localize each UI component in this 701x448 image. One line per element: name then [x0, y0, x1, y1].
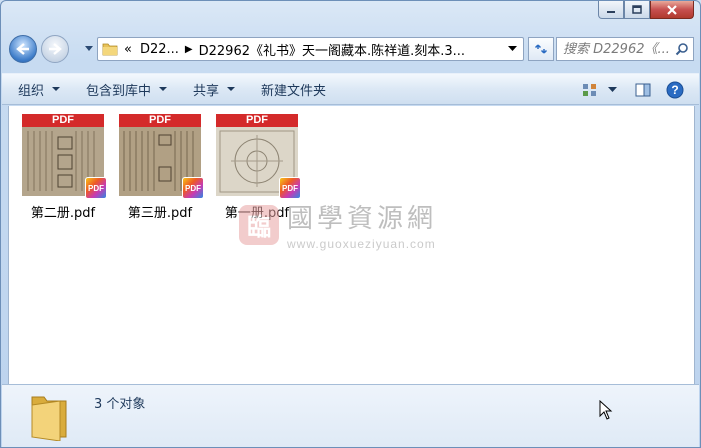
explorer-window: « D22... ▶ D22962《礼书》天一阁藏本.陈祥道.刻本.3... 组…	[0, 0, 701, 448]
search-box[interactable]	[556, 37, 694, 61]
refresh-icon	[534, 44, 548, 54]
chevron-down-icon	[227, 87, 236, 91]
new-folder-label: 新建文件夹	[261, 83, 327, 99]
share-menu[interactable]: 共享	[183, 77, 245, 101]
pdf-thumbnail: PDF PDF	[119, 114, 204, 199]
organize-menu[interactable]: 组织	[8, 77, 70, 101]
toolbar-right: ?	[570, 78, 687, 102]
preview-pane-icon	[635, 83, 651, 97]
file-list-area[interactable]: PDF PDF 第二册.pdf PDF PDF 第三册.pdf PDF PDF …	[8, 106, 695, 384]
refresh-button[interactable]	[528, 37, 554, 61]
help-button[interactable]: ?	[663, 78, 687, 102]
help-icon: ?	[666, 81, 684, 99]
pdf-app-icon: PDF	[85, 177, 107, 199]
address-bar[interactable]: « D22... ▶ D22962《礼书》天一阁藏本.陈祥道.刻本.3...	[97, 37, 524, 61]
breadcrumb-separator-icon[interactable]: ▶	[185, 44, 193, 55]
pdf-band: PDF	[216, 114, 298, 127]
folder-icon	[31, 396, 67, 441]
include-in-library-menu[interactable]: 包含到库中	[76, 77, 177, 101]
search-icon[interactable]	[675, 42, 689, 56]
maximize-icon	[632, 5, 642, 14]
preview-pane-button[interactable]	[631, 78, 655, 102]
breadcrumb-item-current[interactable]: D22962《礼书》天一阁藏本.陈祥道.刻本.3...	[199, 40, 465, 59]
watermark-url: www.guoxueziyuan.com	[287, 237, 436, 251]
close-button[interactable]	[650, 1, 694, 19]
item-count: 3 个对象	[94, 397, 146, 412]
mouse-cursor-icon	[599, 400, 613, 420]
back-button[interactable]	[9, 35, 37, 63]
pdf-thumbnail: PDF PDF	[216, 114, 301, 199]
change-view-button[interactable]	[578, 78, 602, 102]
pdf-band: PDF	[22, 114, 104, 127]
share-label: 共享	[193, 83, 220, 99]
watermark-seal: 臨	[239, 204, 279, 245]
details-pane: 3 个对象	[2, 384, 699, 447]
caption-buttons	[598, 1, 694, 19]
pdf-band: PDF	[119, 114, 201, 127]
pdf-app-icon: PDF	[182, 177, 204, 199]
chevron-down-icon	[159, 87, 168, 91]
watermark: 臨 國學資源網 www.guoxueziyuan.com	[239, 198, 437, 251]
pdf-thumbnail: PDF PDF	[22, 114, 107, 199]
svg-text:?: ?	[671, 83, 678, 97]
address-dropdown-icon[interactable]	[508, 46, 517, 52]
minimize-button[interactable]	[598, 1, 624, 19]
maximize-button[interactable]	[624, 1, 650, 19]
close-icon	[667, 4, 677, 15]
organize-label: 组织	[18, 83, 45, 99]
view-options-icon	[583, 84, 596, 96]
watermark-site-name: 國學資源網	[287, 204, 438, 234]
breadcrumb-item[interactable]: D22...	[140, 42, 179, 57]
forward-button[interactable]	[41, 35, 69, 63]
back-arrow-icon	[16, 43, 29, 55]
view-dropdown-icon[interactable]	[608, 87, 617, 93]
chevron-down-icon	[52, 87, 61, 91]
minimize-icon	[607, 10, 615, 13]
navigation-row: « D22... ▶ D22962《礼书》天一阁藏本.陈祥道.刻本.3...	[9, 33, 694, 63]
file-item[interactable]: PDF PDF 第二册.pdf	[19, 114, 107, 221]
file-name[interactable]: 第二册.pdf	[31, 202, 95, 221]
recent-pages-dropdown-icon[interactable]	[84, 45, 94, 53]
pdf-app-icon: PDF	[279, 177, 301, 199]
file-name[interactable]: 第三册.pdf	[128, 202, 192, 221]
new-folder-button[interactable]: 新建文件夹	[251, 77, 336, 101]
folder-icon	[102, 43, 118, 56]
file-item[interactable]: PDF PDF 第三册.pdf	[116, 114, 204, 221]
search-input[interactable]	[563, 41, 675, 57]
breadcrumb-overflow[interactable]: «	[124, 42, 132, 57]
include-in-library-label: 包含到库中	[86, 83, 152, 99]
forward-arrow-icon	[49, 43, 62, 55]
command-bar: 组织 包含到库中 共享 新建文件夹 ?	[2, 73, 699, 105]
